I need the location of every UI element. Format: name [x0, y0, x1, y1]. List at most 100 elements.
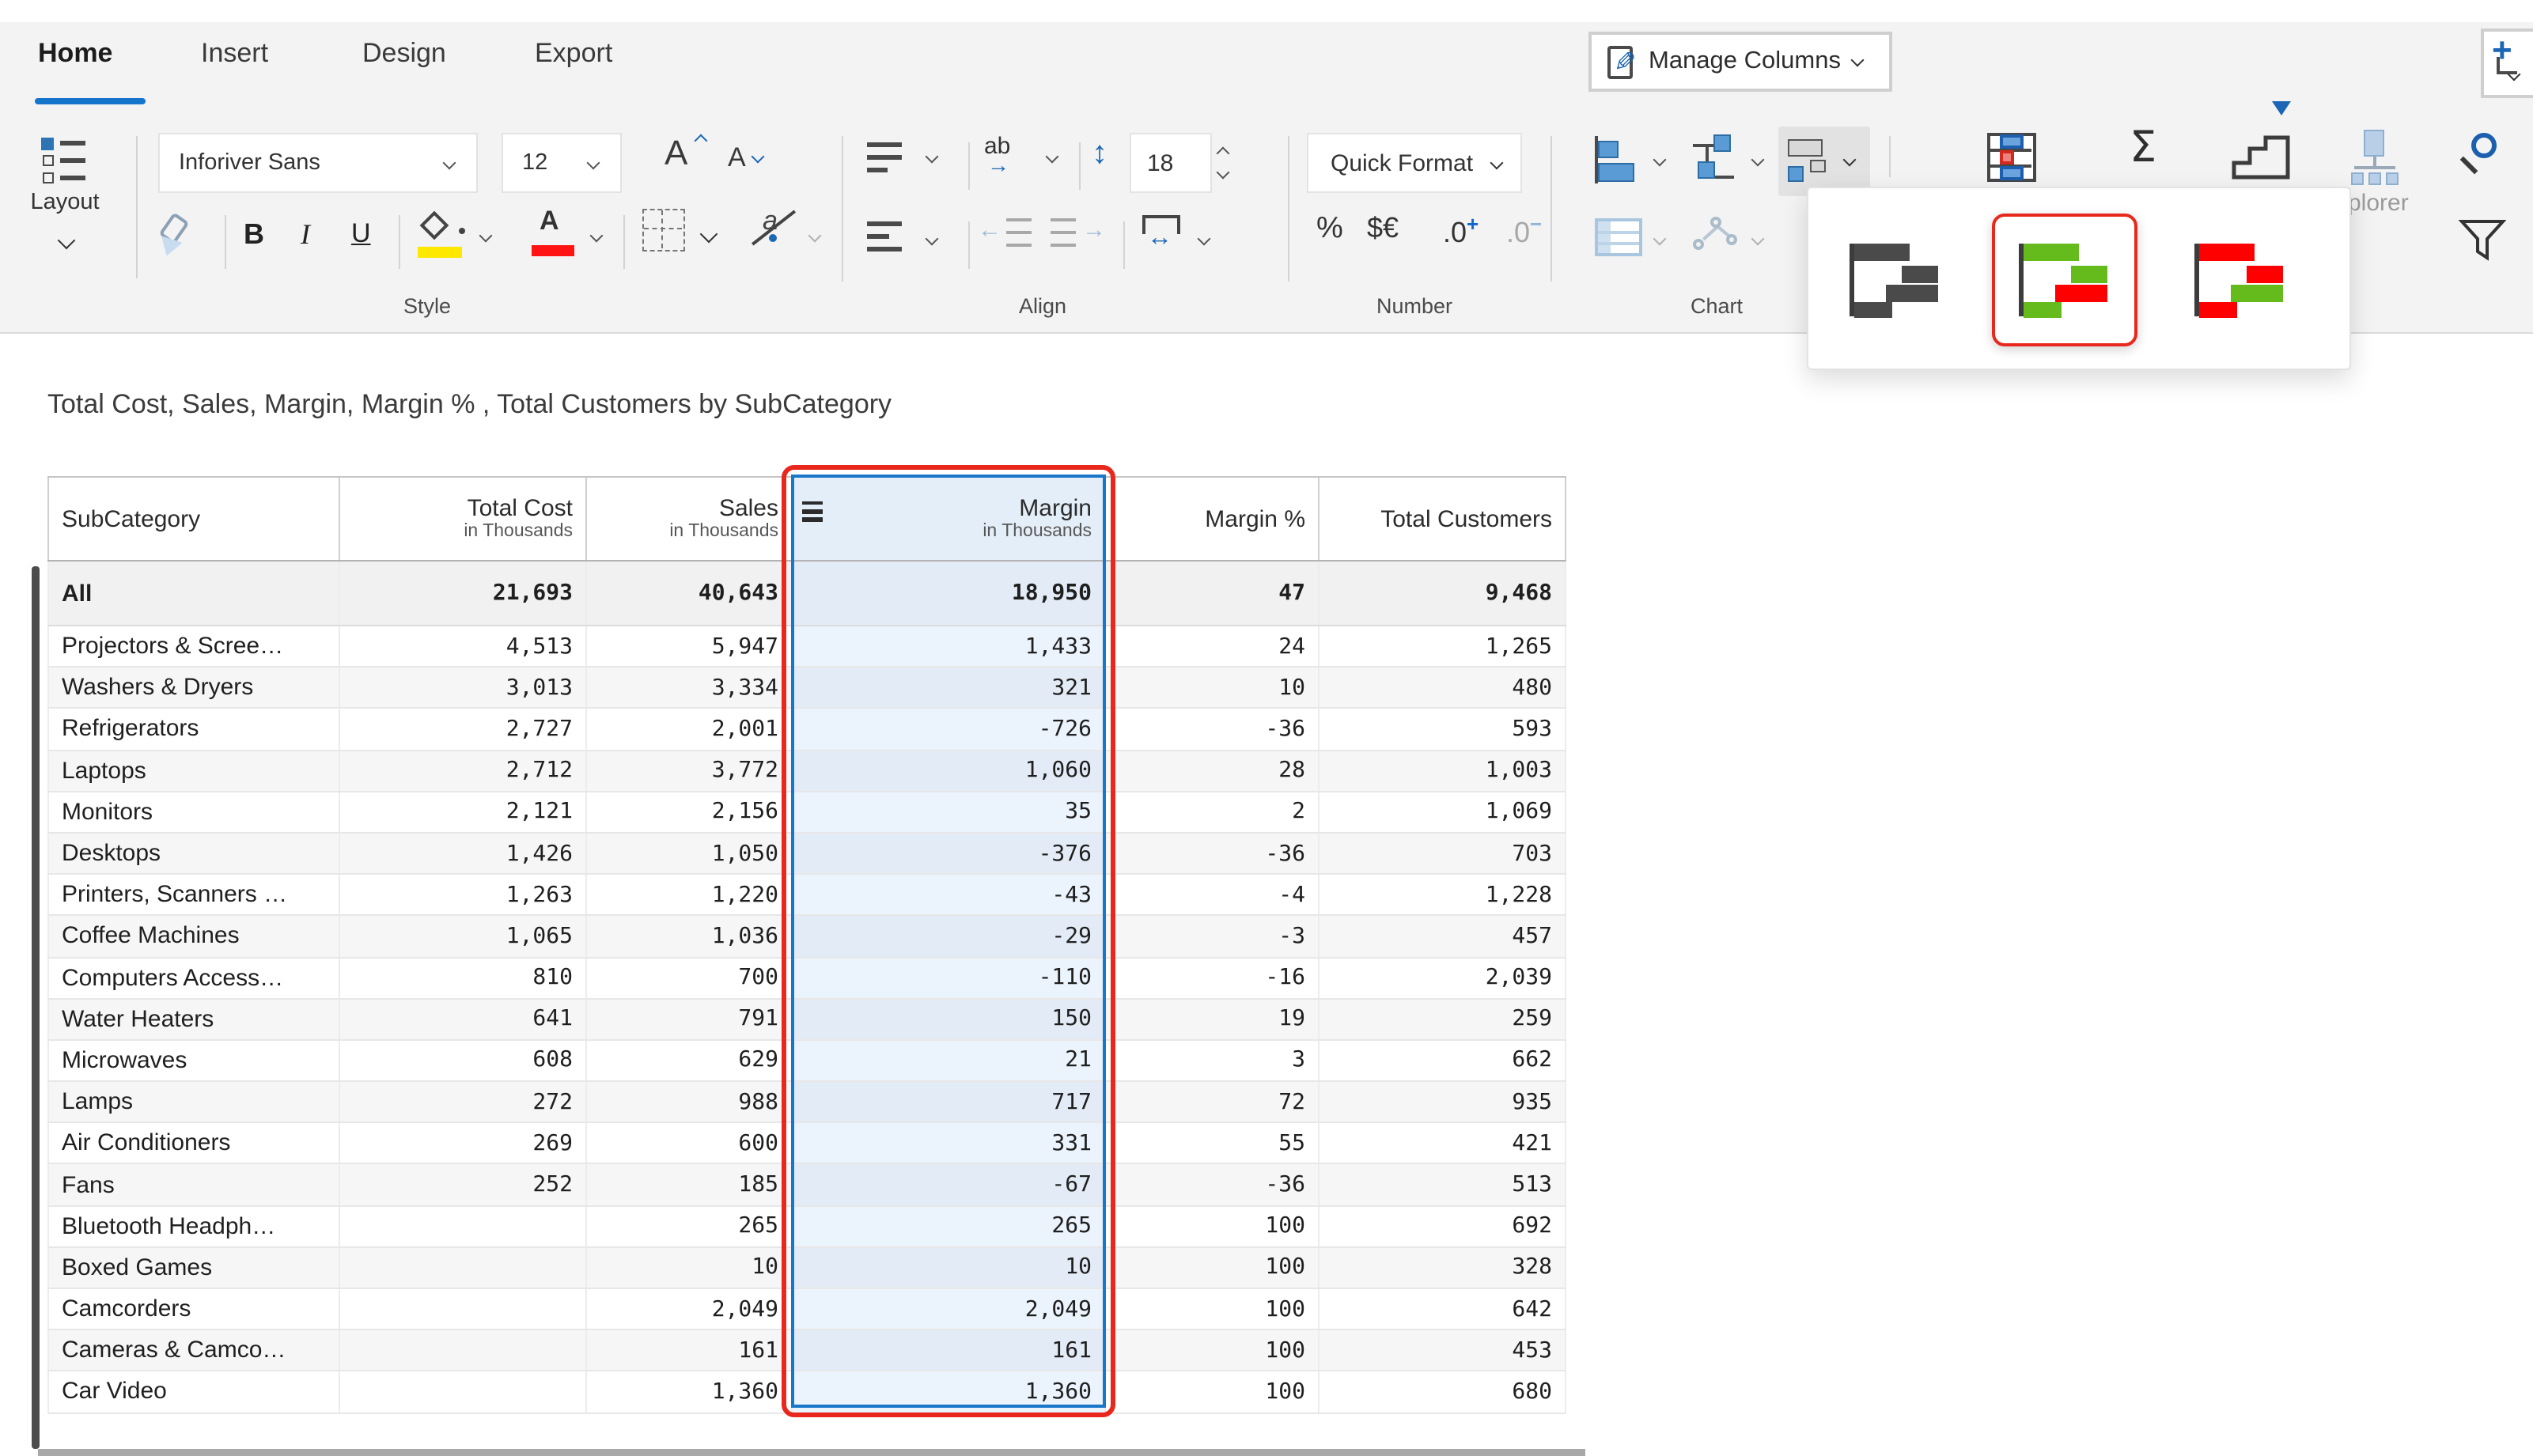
cell[interactable]: 1,426: [339, 834, 585, 873]
cell[interactable]: 1,069: [1318, 792, 1566, 832]
cell[interactable]: 988: [585, 1082, 791, 1121]
decrease-indent-button[interactable]: ←: [981, 218, 1038, 253]
cell[interactable]: 1,433: [791, 626, 1104, 666]
row-label[interactable]: Lamps: [47, 1082, 339, 1121]
cell[interactable]: 593: [1318, 709, 1566, 749]
cell[interactable]: 5,947: [585, 626, 791, 666]
row-label[interactable]: Washers & Dryers: [47, 667, 339, 707]
clear-format-button[interactable]: a: [750, 206, 804, 259]
cell[interactable]: 629: [585, 1041, 791, 1080]
variance-chart-button-active[interactable]: [1778, 127, 1870, 196]
cell[interactable]: 3,013: [339, 667, 585, 707]
cell[interactable]: 10: [791, 1248, 1104, 1288]
cell[interactable]: 161: [791, 1330, 1104, 1370]
cell[interactable]: -67: [791, 1165, 1104, 1205]
step-layout-icon[interactable]: [2231, 133, 2291, 180]
cell[interactable]: 321: [791, 667, 1104, 707]
cell[interactable]: 28: [1104, 751, 1318, 790]
cell[interactable]: 2,121: [339, 792, 585, 832]
tab-export[interactable]: Export: [535, 38, 612, 70]
cell[interactable]: -3: [1104, 917, 1318, 956]
cell[interactable]: 935: [1318, 1082, 1566, 1121]
row-label[interactable]: Desktops: [47, 834, 339, 873]
bold-button[interactable]: B: [244, 218, 264, 251]
cell[interactable]: [339, 1206, 585, 1246]
cell[interactable]: 457: [1318, 917, 1566, 956]
cell[interactable]: 453: [1318, 1330, 1566, 1370]
column-header-subcategory[interactable]: SubCategory: [47, 478, 339, 560]
vertical-align-button[interactable]: [867, 142, 908, 177]
column-header-total-customers[interactable]: Total Customers: [1318, 478, 1566, 560]
cell[interactable]: 1,050: [585, 834, 791, 873]
column-header-total-cost[interactable]: Total Costin Thousands: [339, 478, 585, 560]
cell[interactable]: -110: [791, 958, 1104, 997]
column-drag-handle-icon[interactable]: [802, 501, 823, 526]
cell[interactable]: 1,265: [1318, 626, 1566, 666]
tab-home[interactable]: Home: [38, 38, 112, 70]
row-label[interactable]: Coffee Machines: [47, 917, 339, 956]
cell[interactable]: 1,263: [339, 875, 585, 914]
cell[interactable]: 421: [1318, 1124, 1566, 1163]
cell[interactable]: 810: [339, 958, 585, 997]
cell[interactable]: -36: [1104, 1165, 1318, 1205]
row-label[interactable]: All: [47, 562, 339, 625]
column-header-sales[interactable]: Salesin Thousands: [585, 478, 791, 560]
cell[interactable]: 10: [1104, 667, 1318, 707]
wrap-text-button[interactable]: ab →: [984, 133, 1041, 187]
cell[interactable]: 1,060: [791, 751, 1104, 790]
cell[interactable]: 2,039: [1318, 958, 1566, 997]
cell[interactable]: 331: [791, 1124, 1104, 1163]
vertical-scrollbar[interactable]: [32, 566, 39, 1449]
quick-format-select[interactable]: Quick Format: [1307, 133, 1522, 193]
underline-button[interactable]: U: [351, 218, 371, 250]
cell[interactable]: 600: [585, 1124, 791, 1163]
cell[interactable]: 100: [1104, 1372, 1318, 1412]
line-chart-button-disabled[interactable]: [1693, 215, 1740, 259]
cell[interactable]: 641: [339, 999, 585, 1038]
cell[interactable]: 100: [1104, 1330, 1318, 1370]
cell[interactable]: -16: [1104, 958, 1318, 997]
cell[interactable]: 100: [1104, 1289, 1318, 1329]
cell[interactable]: 1,220: [585, 875, 791, 914]
table-chart-button-disabled[interactable]: [1595, 218, 1642, 256]
cell[interactable]: 21,693: [339, 562, 585, 625]
shrink-font-button[interactable]: A: [728, 142, 775, 190]
cell[interactable]: 185: [585, 1165, 791, 1205]
row-label[interactable]: Printers, Scanners …: [47, 875, 339, 914]
cell[interactable]: -36: [1104, 834, 1318, 873]
tab-design[interactable]: Design: [362, 38, 446, 70]
cell[interactable]: 2,049: [585, 1289, 791, 1329]
cell[interactable]: [339, 1330, 585, 1370]
cell[interactable]: 1,360: [585, 1372, 791, 1412]
row-label[interactable]: Boxed Games: [47, 1248, 339, 1288]
cell[interactable]: 2,049: [791, 1289, 1104, 1329]
cell[interactable]: 100: [1104, 1206, 1318, 1246]
cell[interactable]: 9,468: [1318, 562, 1566, 625]
cell[interactable]: 700: [585, 958, 791, 997]
cell[interactable]: 1,036: [585, 917, 791, 956]
cell[interactable]: 3,334: [585, 667, 791, 707]
bar-chart-button[interactable]: [1595, 136, 1642, 183]
row-height-icon[interactable]: ↕: [1092, 136, 1107, 172]
cell[interactable]: -36: [1104, 709, 1318, 749]
row-label[interactable]: Computers Access…: [47, 958, 339, 997]
cell[interactable]: 4,513: [339, 626, 585, 666]
column-header-margin[interactable]: Marginin Thousands: [791, 478, 1104, 560]
decrease-decimal-button[interactable]: .0−: [1506, 212, 1542, 250]
cell[interactable]: 662: [1318, 1041, 1566, 1080]
row-label[interactable]: Laptops: [47, 751, 339, 790]
cell[interactable]: -376: [791, 834, 1104, 873]
cell[interactable]: 1,360: [791, 1372, 1104, 1412]
cell[interactable]: 100: [1104, 1248, 1318, 1288]
italic-button[interactable]: I: [301, 218, 310, 251]
cell[interactable]: 608: [339, 1041, 585, 1080]
cell[interactable]: 272: [339, 1082, 585, 1121]
cell[interactable]: 480: [1318, 667, 1566, 707]
explorer-hierarchy-icon[interactable]: [2351, 130, 2399, 187]
cell[interactable]: 265: [791, 1206, 1104, 1246]
fill-color-button[interactable]: [418, 209, 471, 263]
cell[interactable]: 2,727: [339, 709, 585, 749]
column-header-margin[interactable]: Margin %: [1104, 478, 1318, 560]
cell[interactable]: 10: [585, 1248, 791, 1288]
cell[interactable]: 1,003: [1318, 751, 1566, 790]
